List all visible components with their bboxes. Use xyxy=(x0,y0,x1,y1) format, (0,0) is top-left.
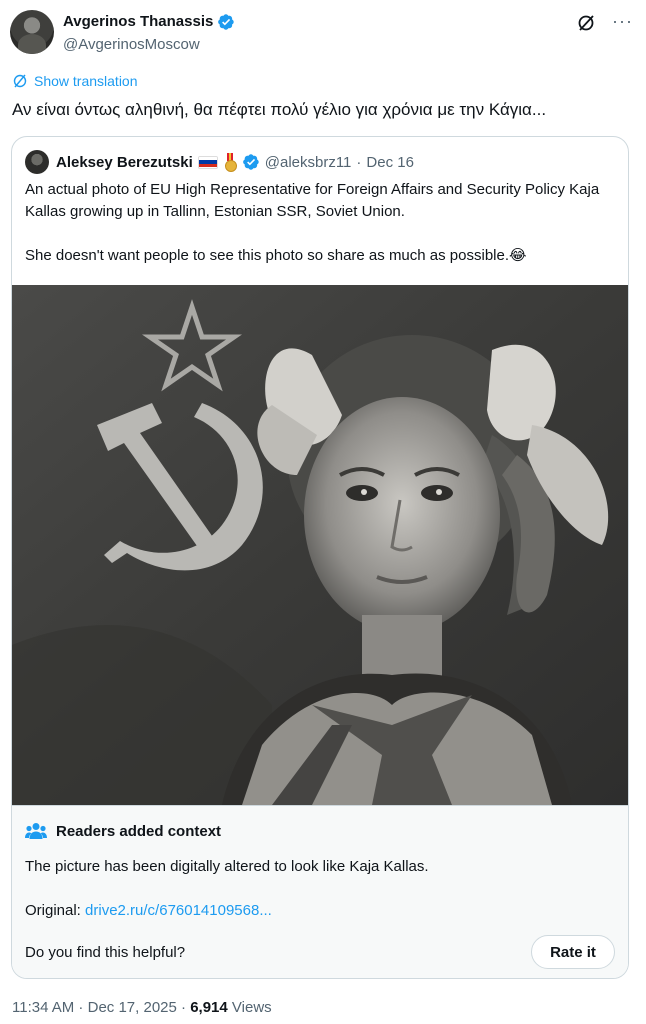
source-link[interactable]: drive2.ru/c/676014109568... xyxy=(85,902,272,919)
tweet-header: Avgerinos Thanassis @AvgerinosMoscow ··· xyxy=(10,10,634,58)
verified-badge-icon xyxy=(218,14,235,30)
author-handle[interactable]: @AvgerinosMoscow xyxy=(63,35,235,55)
community-notes-header: Readers added context xyxy=(25,822,221,840)
quoted-text-paragraph-2: She doesn't want people to see this phot… xyxy=(25,247,527,264)
meta-separator-1: · xyxy=(74,999,88,1016)
translate-icon xyxy=(13,74,27,88)
community-notes-panel: Readers added context The picture has be… xyxy=(12,805,628,978)
rate-it-button[interactable]: Rate it xyxy=(531,935,615,969)
views-count[interactable]: 6,914 xyxy=(190,999,228,1016)
tweet-text: Αν είναι όντως αληθινή, θα πέφτει πολύ γ… xyxy=(12,100,547,119)
meta-separator-2: · xyxy=(176,999,191,1016)
helpful-question: Do you find this helpful? xyxy=(25,944,186,961)
quoted-photo[interactable] xyxy=(12,285,628,805)
community-notes-title: Readers added context xyxy=(56,822,222,840)
views-label: Views xyxy=(231,999,272,1016)
quoted-tweet-card[interactable]: Aleksey Berezutski @aleksbrz11 · Dec 16 … xyxy=(11,136,629,979)
russia-flag-icon xyxy=(197,155,218,169)
tweet-time[interactable]: 11:34 AM xyxy=(12,999,74,1016)
quoted-date[interactable]: Dec 16 xyxy=(366,154,414,171)
quoted-verified-badge-icon xyxy=(242,154,259,170)
readers-group-icon xyxy=(25,823,47,839)
quoted-tweet-text: An actual photo of EU High Representativ… xyxy=(25,179,615,267)
photo-illustration xyxy=(12,285,628,805)
tweet-metadata: 11:34 AM · Dec 17, 2025 · 6,914 Views xyxy=(12,999,272,1016)
author-display-name[interactable]: Avgerinos Thanassis xyxy=(63,12,213,32)
quoted-author-avatar[interactable] xyxy=(25,150,49,174)
quoted-text-paragraph-1: An actual photo of EU High Representativ… xyxy=(25,181,600,220)
author-name-block: Avgerinos Thanassis @AvgerinosMoscow xyxy=(63,12,235,55)
show-translation-link[interactable]: Show translation xyxy=(12,73,138,89)
medal-icon xyxy=(223,153,237,172)
community-note-source: Original: drive2.ru/c/676014109568... xyxy=(25,901,272,921)
quoted-separator: · xyxy=(356,153,362,171)
tweet-date[interactable]: Dec 17, 2025 xyxy=(88,999,177,1016)
author-avatar[interactable] xyxy=(10,10,54,54)
quoted-author-name[interactable]: Aleksey Berezutski xyxy=(56,154,193,171)
show-translation-label[interactable]: Show translation xyxy=(34,73,138,89)
source-label: Original: xyxy=(25,902,81,919)
more-options-icon[interactable]: ··· xyxy=(612,12,632,32)
quoted-tweet-header: Aleksey Berezutski @aleksbrz11 · Dec 16 xyxy=(25,150,414,174)
quoted-author-handle[interactable]: @aleksbrz11 xyxy=(265,154,352,171)
community-note-text: The picture has been digitally altered t… xyxy=(25,858,429,875)
grok-icon[interactable] xyxy=(576,13,596,33)
author-display-name-row[interactable]: Avgerinos Thanassis xyxy=(63,12,235,32)
